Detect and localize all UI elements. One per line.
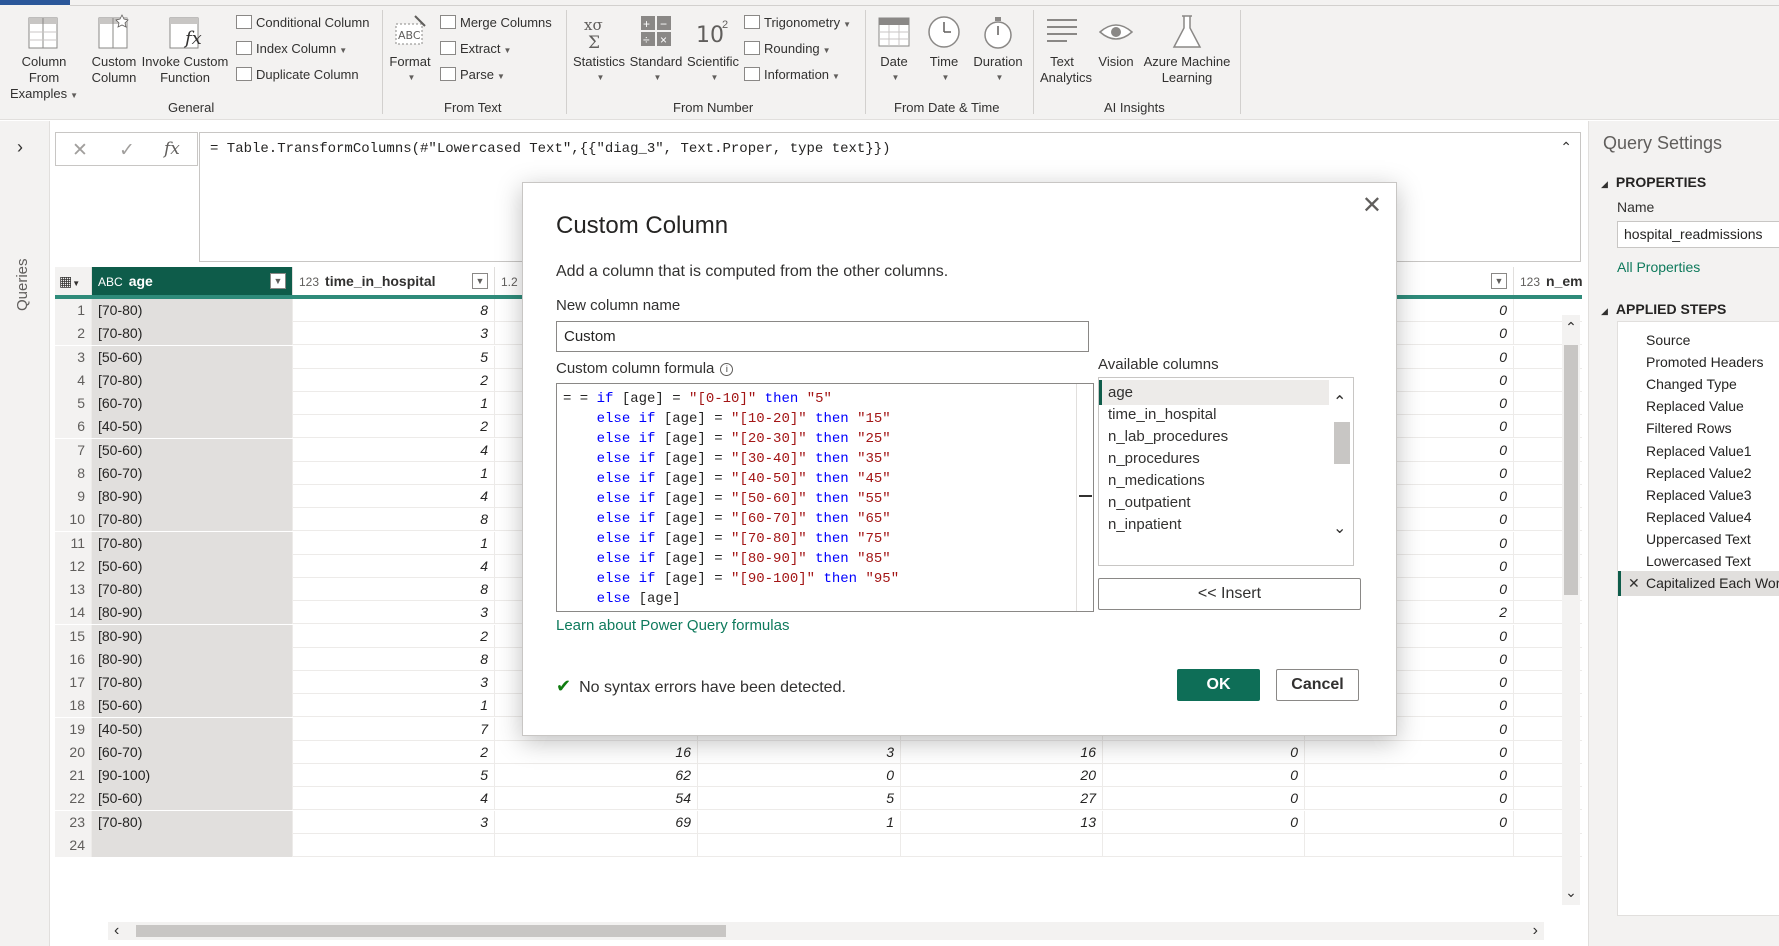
custom-column-formula-label: Custom column formula	[556, 360, 715, 377]
checkmark-icon: ✔	[556, 676, 572, 696]
insert-button[interactable]: << Insert	[1098, 578, 1361, 610]
formula-code: = = if [age] = "[0-10]" then "5" else if…	[563, 389, 1087, 609]
close-icon[interactable]: ✕	[1362, 191, 1382, 220]
available-columns-scrollbar[interactable]: ⌃ ⌄	[1331, 378, 1353, 565]
power-query-editor: Column From Examples ▼ Custom Column fx I…	[0, 0, 1779, 946]
available-column-item[interactable]: n_lab_procedures	[1099, 424, 1329, 449]
syntax-status: ✔ No syntax errors have been detected.	[556, 676, 846, 697]
formula-line: else if [age] = "[90-100]" then "95"	[596, 571, 900, 587]
available-column-item[interactable]: n_procedures	[1099, 446, 1329, 471]
scroll-down-icon[interactable]: ⌄	[1333, 518, 1346, 538]
available-column-item[interactable]: age	[1099, 380, 1329, 405]
formula-line: else if [age] = "[70-80]" then "75"	[596, 531, 891, 547]
formula-line: else [age]	[596, 591, 681, 607]
formula-label-row: Custom column formula i	[556, 360, 734, 377]
formula-line: else if [age] = "[10-20]" then "15"	[596, 411, 891, 427]
available-column-item[interactable]: n_medications	[1099, 468, 1329, 493]
custom-column-dialog: ✕ Custom Column Add a column that is com…	[522, 182, 1397, 736]
available-column-item[interactable]: n_outpatient	[1099, 490, 1329, 515]
custom-column-formula-editor[interactable]: = = if [age] = "[0-10]" then "5" else if…	[556, 383, 1094, 612]
formula-scroll-marker	[1079, 495, 1092, 497]
formula-line: else if [age] = "[40-50]" then "45"	[596, 471, 891, 487]
syntax-status-text: No syntax errors have been detected.	[579, 679, 846, 696]
formula-line: = = if [age] = "[0-10]" then "5"	[563, 391, 832, 407]
formula-scrollbar[interactable]	[1076, 384, 1093, 611]
ok-button[interactable]: OK	[1177, 669, 1260, 701]
scroll-up-icon[interactable]: ⌃	[1333, 392, 1346, 412]
available-columns-label: Available columns	[1098, 356, 1219, 373]
available-columns-list[interactable]: n_inpatient n_outpatient n_medications n_pr…	[1098, 377, 1354, 566]
dialog-description: Add a column that is computed from the o…	[556, 263, 949, 280]
formula-line: else if [age] = "[50-60]" then "55"	[596, 491, 891, 507]
new-column-name-label: New column name	[556, 297, 681, 314]
formula-line: else if [age] = "[30-40]" then "35"	[596, 451, 891, 467]
available-column-item[interactable]: n_inpatient	[1099, 512, 1329, 537]
cancel-button[interactable]: Cancel	[1276, 669, 1359, 701]
dialog-title: Custom Column	[556, 212, 729, 239]
new-column-name-input[interactable]: Custom	[556, 321, 1089, 352]
formula-line: else if [age] = "[20-30]" then "25"	[596, 431, 891, 447]
learn-power-query-link[interactable]: Learn about Power Query formulas	[556, 617, 789, 634]
formula-line: else if [age] = "[80-90]" then "85"	[596, 551, 891, 567]
available-column-item[interactable]: time_in_hospital	[1099, 402, 1329, 427]
info-icon[interactable]: i	[720, 363, 734, 376]
formula-line: else if [age] = "[60-70]" then "65"	[596, 511, 891, 527]
available-columns-scroll-thumb[interactable]	[1334, 422, 1350, 464]
modal-overlay: ✕ Custom Column Add a column that is com…	[0, 0, 1779, 946]
